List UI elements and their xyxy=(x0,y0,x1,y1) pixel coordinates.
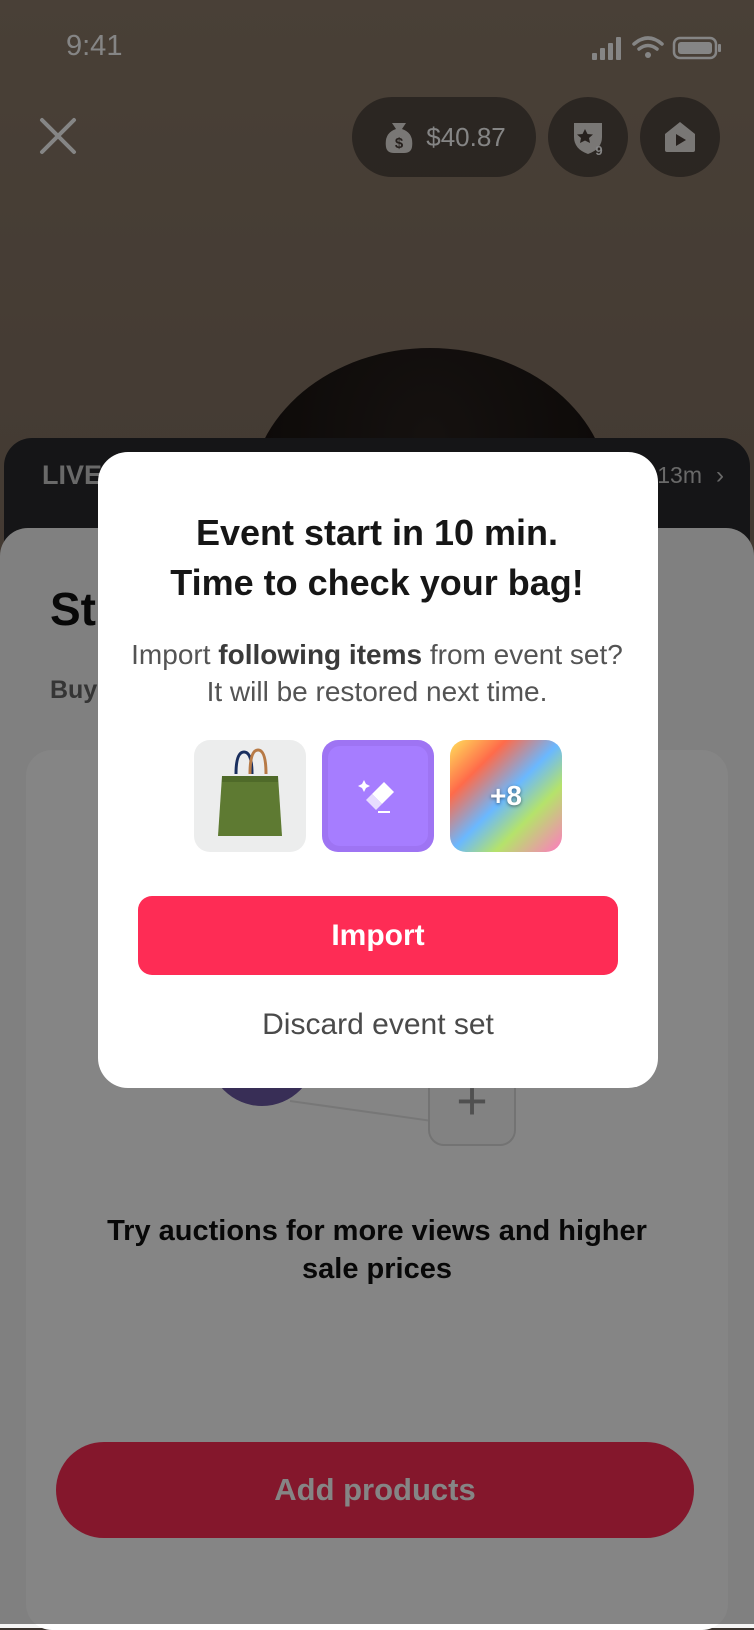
card-thumbnail: +8 xyxy=(450,740,562,852)
event-items: +8 xyxy=(194,740,562,852)
modal-body-prefix: Import xyxy=(131,639,219,670)
discard-event-set-button[interactable]: Discard event set xyxy=(98,1008,658,1042)
modal-body: Import following items from event set? I… xyxy=(120,636,634,710)
more-items-count: +8 xyxy=(490,780,522,811)
effect-thumbnail xyxy=(322,740,434,852)
import-button[interactable]: Import xyxy=(138,896,618,975)
modal-title-line1: Event start in 10 min. xyxy=(195,512,559,553)
modal-title: Event start in 10 min. Time to check you… xyxy=(0,508,754,608)
tote-bag-thumbnail xyxy=(194,740,306,852)
eraser-sparkle-icon xyxy=(358,780,394,813)
modal-body-bold: following items xyxy=(218,639,423,670)
modal-title-line2: Time to check your bag! xyxy=(170,562,584,603)
tote-bag-icon xyxy=(218,748,282,836)
